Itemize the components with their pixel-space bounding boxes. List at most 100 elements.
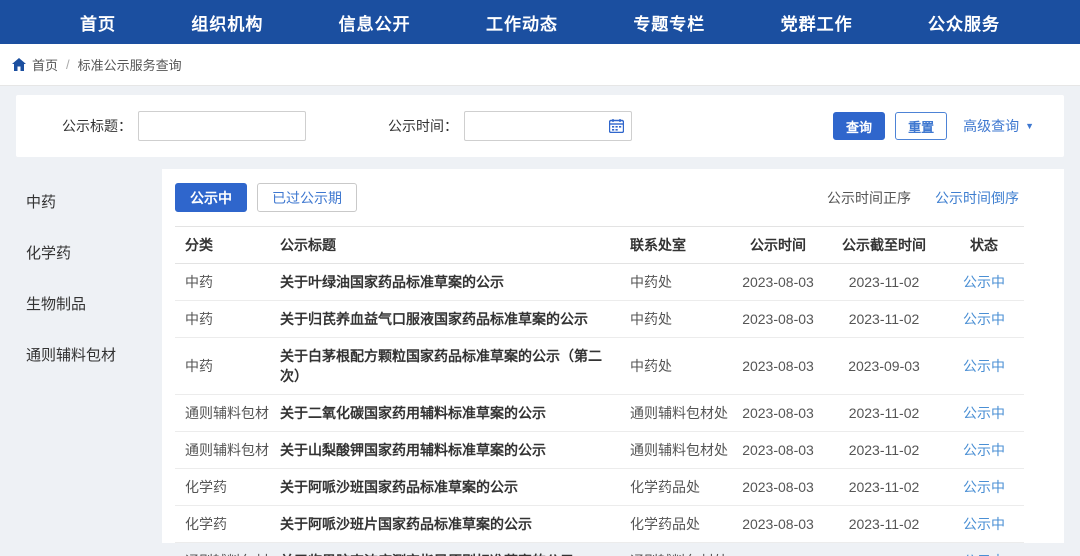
table-row: 中药 关于白茅根配方颗粒国家药品标准草案的公示（第二次） 中药处 2023-08… bbox=[175, 338, 1024, 395]
row-deadline-date: 2023-11-02 bbox=[824, 264, 944, 301]
top-navigation: 首页 组织机构 信息公开 工作动态 专题专栏 党群工作 公众服务 bbox=[0, 0, 1080, 44]
calendar-icon[interactable] bbox=[609, 119, 624, 133]
breadcrumb: 首页 / 标准公示服务查询 bbox=[0, 44, 1080, 86]
sort-descending-link[interactable]: 公示时间倒序 bbox=[935, 188, 1019, 208]
row-status-link[interactable]: 公示中 bbox=[963, 479, 1005, 495]
row-office: 化学药品处 bbox=[630, 506, 732, 543]
row-deadline-date: 2023-11-02 bbox=[824, 432, 944, 469]
content-area: 中药化学药生物制品通则辅料包材 公示中 已过公示期 公示时间正序 公示时间倒序 … bbox=[0, 169, 1080, 543]
title-search-input[interactable] bbox=[138, 111, 306, 141]
nav-item-2[interactable]: 信息公开 bbox=[339, 10, 411, 35]
query-button[interactable]: 查询 bbox=[833, 112, 885, 140]
table-row: 通则辅料包材 关于临界胶束浓度测定指导原则标准草案的公示 通则辅料包材处 202… bbox=[175, 543, 1024, 556]
table-header-row: 分类公示标题联系处室公示时间公示截至时间状态 bbox=[175, 227, 1024, 264]
row-office: 通则辅料包材处 bbox=[630, 432, 732, 469]
breadcrumb-separator: / bbox=[66, 57, 70, 72]
advanced-query-link[interactable]: 高级查询 ▼ bbox=[963, 116, 1034, 136]
column-header-5: 状态 bbox=[944, 227, 1024, 264]
row-status-link[interactable]: 公示中 bbox=[963, 274, 1005, 290]
row-publicity-date: 2023-08-03 bbox=[732, 469, 824, 506]
row-publicity-date: 2023-08-03 bbox=[732, 301, 824, 338]
list-toolbar: 公示中 已过公示期 公示时间正序 公示时间倒序 bbox=[175, 183, 1064, 212]
nav-item-6[interactable]: 公众服务 bbox=[928, 10, 1000, 35]
reset-button[interactable]: 重置 bbox=[895, 112, 947, 140]
row-publicity-date: 2023-08-03 bbox=[732, 432, 824, 469]
row-title-link[interactable]: 关于临界胶束浓度测定指导原则标准草案的公示 bbox=[280, 543, 630, 556]
row-office: 中药处 bbox=[630, 264, 732, 301]
nav-item-0[interactable]: 首页 bbox=[80, 10, 116, 35]
row-status-link[interactable]: 公示中 bbox=[963, 311, 1005, 327]
row-deadline-date: 2023-11-02 bbox=[824, 506, 944, 543]
home-icon bbox=[12, 58, 26, 71]
row-office: 通则辅料包材处 bbox=[630, 543, 732, 556]
nav-item-1[interactable]: 组织机构 bbox=[191, 10, 263, 35]
nav-items: 首页 组织机构 信息公开 工作动态 专题专栏 党群工作 公众服务 bbox=[40, 10, 1040, 35]
tab-in-publicity[interactable]: 公示中 bbox=[175, 183, 247, 212]
time-field-label: 公示时间： bbox=[388, 116, 458, 136]
column-header-0: 分类 bbox=[175, 227, 280, 264]
row-status-link[interactable]: 公示中 bbox=[963, 442, 1005, 458]
title-field-label: 公示标题： bbox=[62, 116, 132, 136]
nav-item-3[interactable]: 工作动态 bbox=[486, 10, 558, 35]
row-publicity-date: 2023-08-03 bbox=[732, 543, 824, 556]
column-header-3: 公示时间 bbox=[732, 227, 824, 264]
row-deadline-date: 2023-11-02 bbox=[824, 301, 944, 338]
table-row: 中药 关于归芪养血益气口服液国家药品标准草案的公示 中药处 2023-08-03… bbox=[175, 301, 1024, 338]
row-title-link[interactable]: 关于归芪养血益气口服液国家药品标准草案的公示 bbox=[280, 301, 630, 338]
row-title-link[interactable]: 关于阿哌沙班国家药品标准草案的公示 bbox=[280, 469, 630, 506]
table-header: 分类公示标题联系处室公示时间公示截至时间状态 bbox=[175, 227, 1024, 264]
table-row: 化学药 关于阿哌沙班片国家药品标准草案的公示 化学药品处 2023-08-03 … bbox=[175, 506, 1024, 543]
row-status-link[interactable]: 公示中 bbox=[963, 358, 1005, 374]
row-deadline-date: 2023-11-02 bbox=[824, 395, 944, 432]
breadcrumb-current: 标准公示服务查询 bbox=[78, 55, 182, 74]
row-title-link[interactable]: 关于叶绿油国家药品标准草案的公示 bbox=[280, 264, 630, 301]
column-header-4: 公示截至时间 bbox=[824, 227, 944, 264]
category-sidebar: 中药化学药生物制品通则辅料包材 bbox=[0, 169, 162, 543]
row-category: 化学药 bbox=[175, 469, 280, 506]
row-office: 中药处 bbox=[630, 338, 732, 395]
sidebar-item-1[interactable]: 化学药 bbox=[26, 242, 162, 263]
row-category: 化学药 bbox=[175, 506, 280, 543]
tab-expired-publicity[interactable]: 已过公示期 bbox=[257, 183, 357, 212]
row-category: 中药 bbox=[175, 264, 280, 301]
table-row: 通则辅料包材 关于二氧化碳国家药用辅料标准草案的公示 通则辅料包材处 2023-… bbox=[175, 395, 1024, 432]
row-publicity-date: 2023-08-03 bbox=[732, 395, 824, 432]
row-title-link[interactable]: 关于阿哌沙班片国家药品标准草案的公示 bbox=[280, 506, 630, 543]
row-office: 化学药品处 bbox=[630, 469, 732, 506]
time-field: 公示时间： bbox=[388, 111, 632, 141]
sidebar-item-2[interactable]: 生物制品 bbox=[26, 293, 162, 314]
row-office: 通则辅料包材处 bbox=[630, 395, 732, 432]
row-deadline-date: 2023-11-02 bbox=[824, 543, 944, 556]
sidebar-item-0[interactable]: 中药 bbox=[26, 191, 162, 212]
row-status-link[interactable]: 公示中 bbox=[963, 405, 1005, 421]
row-deadline-date: 2023-09-03 bbox=[824, 338, 944, 395]
row-publicity-date: 2023-08-03 bbox=[732, 264, 824, 301]
sidebar-item-3[interactable]: 通则辅料包材 bbox=[26, 344, 162, 365]
breadcrumb-home-link[interactable]: 首页 bbox=[32, 55, 58, 74]
nav-item-5[interactable]: 党群工作 bbox=[781, 10, 853, 35]
row-title-link[interactable]: 关于白茅根配方颗粒国家药品标准草案的公示（第二次） bbox=[280, 338, 630, 395]
row-category: 通则辅料包材 bbox=[175, 395, 280, 432]
row-deadline-date: 2023-11-02 bbox=[824, 469, 944, 506]
row-category: 中药 bbox=[175, 301, 280, 338]
publicity-table: 分类公示标题联系处室公示时间公示截至时间状态 中药 关于叶绿油国家药品标准草案的… bbox=[175, 226, 1024, 556]
table-row: 通则辅料包材 关于山梨酸钾国家药用辅料标准草案的公示 通则辅料包材处 2023-… bbox=[175, 432, 1024, 469]
search-panel: 公示标题： 公示时间： 查询 重置 高级查询 ▼ bbox=[16, 95, 1064, 157]
row-title-link[interactable]: 关于二氧化碳国家药用辅料标准草案的公示 bbox=[280, 395, 630, 432]
row-category: 中药 bbox=[175, 338, 280, 395]
row-publicity-date: 2023-08-03 bbox=[732, 506, 824, 543]
nav-item-4[interactable]: 专题专栏 bbox=[633, 10, 705, 35]
column-header-1: 公示标题 bbox=[280, 227, 630, 264]
row-category: 通则辅料包材 bbox=[175, 543, 280, 556]
row-publicity-date: 2023-08-03 bbox=[732, 338, 824, 395]
search-actions: 查询 重置 高级查询 ▼ bbox=[833, 112, 1034, 140]
sort-links: 公示时间正序 公示时间倒序 bbox=[827, 188, 1019, 208]
title-field: 公示标题： bbox=[62, 111, 306, 141]
sort-ascending-link[interactable]: 公示时间正序 bbox=[827, 188, 911, 208]
time-search-input[interactable] bbox=[464, 111, 632, 141]
row-title-link[interactable]: 关于山梨酸钾国家药用辅料标准草案的公示 bbox=[280, 432, 630, 469]
row-category: 通则辅料包材 bbox=[175, 432, 280, 469]
caret-down-icon: ▼ bbox=[1025, 121, 1034, 131]
column-header-2: 联系处室 bbox=[630, 227, 732, 264]
row-status-link[interactable]: 公示中 bbox=[963, 516, 1005, 532]
